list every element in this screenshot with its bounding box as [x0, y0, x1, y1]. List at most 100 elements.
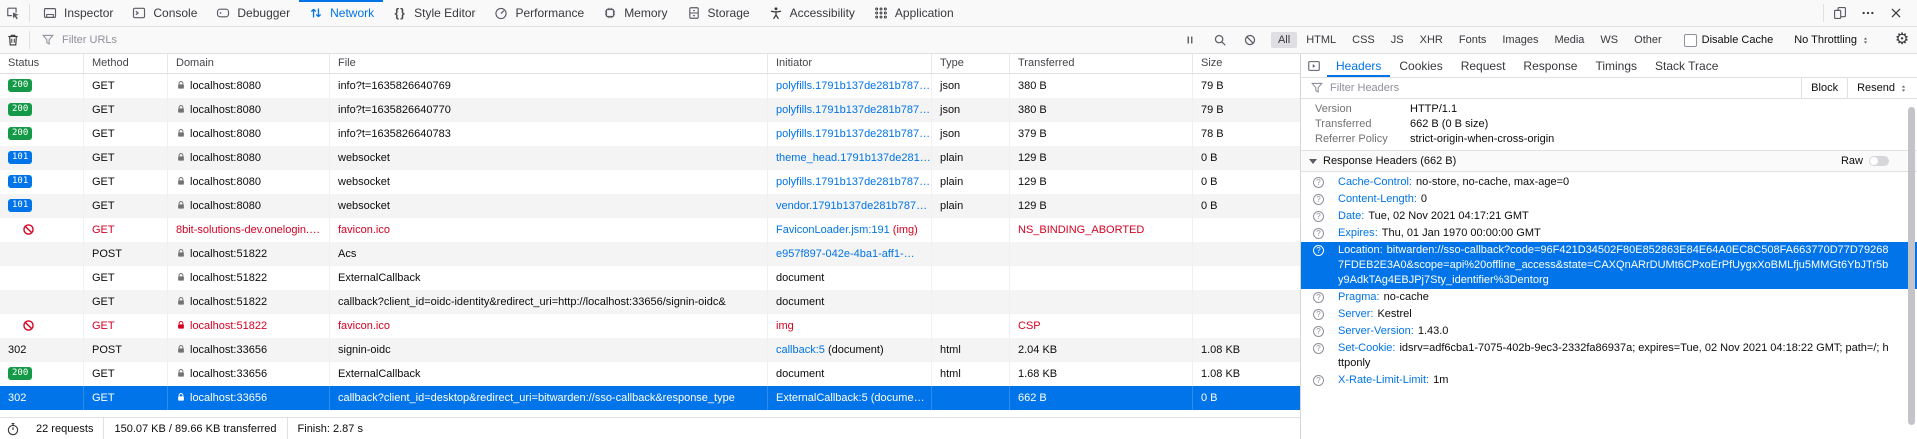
clear-requests-button[interactable]: [0, 27, 26, 53]
pick-element-button[interactable]: [0, 0, 26, 26]
header-row[interactable]: ?DateTue, 02 Nov 2021 04:17:21 GMT: [1301, 208, 1917, 225]
header-row[interactable]: ?Content-Length0: [1301, 191, 1917, 208]
tab-network[interactable]: Network: [299, 0, 383, 26]
request-row[interactable]: GETlocalhost:51822ExternalCallbackdocume…: [0, 266, 1300, 290]
close-devtools-button[interactable]: [1883, 5, 1909, 21]
type-filter-images[interactable]: Images: [1495, 32, 1545, 48]
responsive-design-mode-button[interactable]: [1827, 5, 1853, 21]
question-icon[interactable]: ?: [1313, 194, 1324, 205]
question-icon[interactable]: ?: [1313, 309, 1324, 320]
tab-application[interactable]: Application: [864, 0, 963, 26]
header-row[interactable]: ?Pragmano-cache: [1301, 289, 1917, 306]
initiator-text[interactable]: e957f897-042e-4ba1-aff1-…: [776, 248, 915, 260]
resend-button[interactable]: Resend: [1847, 78, 1917, 98]
tab-memory[interactable]: Memory: [593, 0, 676, 26]
lock-icon: [176, 319, 186, 331]
tab-inspector[interactable]: Inspector: [33, 0, 122, 26]
initiator-text[interactable]: callback:5: [776, 344, 825, 356]
question-icon[interactable]: ?: [1313, 292, 1324, 303]
tab-performance[interactable]: Performance: [484, 0, 593, 26]
type-filter-ws[interactable]: WS: [1593, 32, 1625, 48]
initiator-text[interactable]: FaviconLoader.jsm:191: [776, 224, 890, 236]
initiator-text[interactable]: polyfills.1791b137de281b787…: [776, 80, 930, 92]
block-button[interactable]: Block: [1801, 78, 1847, 98]
status-cell: 302: [0, 386, 84, 410]
request-row[interactable]: 302POSTlocalhost:33656signin-oidccallbac…: [0, 338, 1300, 362]
throttling-select[interactable]: No Throttling: [1787, 32, 1880, 48]
initiator-text[interactable]: polyfills.1791b137de281b787…: [776, 104, 930, 116]
initiator-text[interactable]: vendor.1791b137de281b787…: [776, 200, 927, 212]
filter-urls-input[interactable]: [62, 34, 1177, 46]
header-row[interactable]: ?X-Rate-Limit-Limit1m: [1301, 372, 1917, 389]
request-row[interactable]: 101GETlocalhost:8080websocketpolyfills.1…: [0, 170, 1300, 194]
type-filter-media[interactable]: Media: [1547, 32, 1591, 48]
request-row[interactable]: 200GETlocalhost:8080info?t=1635826640783…: [0, 122, 1300, 146]
filter-headers-input[interactable]: [1330, 82, 1801, 94]
column-header-method[interactable]: Method: [84, 54, 168, 73]
tab-storage[interactable]: Storage: [677, 0, 759, 26]
response-headers-section[interactable]: Response Headers (662 B) Raw: [1301, 150, 1917, 172]
column-header-transferred[interactable]: Transferred: [1010, 54, 1193, 73]
header-row[interactable]: ?Cache-Controlno-store, no-cache, max-ag…: [1301, 174, 1917, 191]
disable-cache-checkbox[interactable]: [1684, 34, 1697, 47]
request-row[interactable]: GET8bit-solutions-dev.onelogin.…favicon.…: [0, 218, 1300, 242]
tab-style-editor[interactable]: {}Style Editor: [383, 0, 484, 26]
type-filter-css[interactable]: CSS: [1345, 32, 1382, 48]
request-row[interactable]: POSTlocalhost:51822Acse957f897-042e-4ba1…: [0, 242, 1300, 266]
question-icon[interactable]: ?: [1313, 228, 1324, 239]
details-tab-response[interactable]: Response: [1514, 54, 1586, 77]
type-filter-other[interactable]: Other: [1627, 32, 1669, 48]
block-url-button[interactable]: [1237, 32, 1263, 48]
details-tab-headers[interactable]: Headers: [1327, 54, 1390, 77]
type-filter-all[interactable]: All: [1271, 32, 1297, 48]
performance-analysis-button[interactable]: [0, 421, 26, 437]
type-filter-js[interactable]: JS: [1384, 32, 1411, 48]
column-header-file[interactable]: File: [330, 54, 768, 73]
tab-accessibility[interactable]: Accessibility: [759, 0, 864, 26]
type-filter-fonts[interactable]: Fonts: [1452, 32, 1494, 48]
details-tab-cookies[interactable]: Cookies: [1390, 54, 1451, 77]
initiator-text[interactable]: polyfills.1791b137de281b787…: [776, 128, 930, 140]
request-row[interactable]: GETlocalhost:51822favicon.icoimgCSP: [0, 314, 1300, 338]
type-filter-html[interactable]: HTML: [1299, 32, 1343, 48]
header-row[interactable]: ?Locationbitwarden://sso-callback?code=9…: [1301, 242, 1917, 289]
question-icon[interactable]: ?: [1313, 326, 1324, 337]
more-menu-button[interactable]: [1855, 5, 1881, 21]
raw-toggle[interactable]: [1869, 156, 1889, 166]
column-header-type[interactable]: Type: [932, 54, 1010, 73]
column-header-status[interactable]: Status: [0, 54, 84, 73]
pause-traffic-button[interactable]: [1177, 32, 1203, 48]
tab-console[interactable]: Console: [122, 0, 206, 26]
question-icon[interactable]: ?: [1313, 177, 1324, 188]
column-header-size[interactable]: Size: [1193, 54, 1300, 73]
request-row[interactable]: 101GETlocalhost:8080websocketvendor.1791…: [0, 194, 1300, 218]
column-header-domain[interactable]: Domain: [168, 54, 330, 73]
scrollbar-thumb[interactable]: [1908, 107, 1915, 425]
question-icon[interactable]: ?: [1313, 245, 1324, 256]
network-settings-button[interactable]: ⚙: [1887, 32, 1917, 48]
column-header-initiator[interactable]: Initiator: [768, 54, 932, 73]
type-filter-xhr[interactable]: XHR: [1413, 32, 1450, 48]
request-row[interactable]: GETlocalhost:51822callback?client_id=oid…: [0, 290, 1300, 314]
header-row[interactable]: ?Set-Cookieidsrv=adf6cba1-7075-402b-9ec3…: [1301, 340, 1917, 372]
details-tab-timings[interactable]: Timings: [1586, 54, 1646, 77]
question-icon[interactable]: ?: [1313, 375, 1324, 386]
split-panel-toggle-button[interactable]: [1301, 54, 1327, 77]
request-row[interactable]: 101GETlocalhost:8080websockettheme_head.…: [0, 146, 1300, 170]
details-tab-request[interactable]: Request: [1452, 54, 1515, 77]
header-row[interactable]: ?ExpiresThu, 01 Jan 1970 00:00:00 GMT: [1301, 225, 1917, 242]
tab-debugger[interactable]: Debugger: [206, 0, 299, 26]
header-row[interactable]: ?ServerKestrel: [1301, 306, 1917, 323]
question-icon[interactable]: ?: [1313, 211, 1324, 222]
request-row[interactable]: 200GETlocalhost:8080info?t=1635826640770…: [0, 98, 1300, 122]
header-row[interactable]: ?Server-Version1.43.0: [1301, 323, 1917, 340]
initiator-text[interactable]: polyfills.1791b137de281b787…: [776, 176, 930, 188]
request-row[interactable]: 200GETlocalhost:33656ExternalCallbackdoc…: [0, 362, 1300, 386]
question-icon[interactable]: ?: [1313, 343, 1324, 354]
request-row[interactable]: 200GETlocalhost:8080info?t=1635826640769…: [0, 74, 1300, 98]
details-tab-stack-trace[interactable]: Stack Trace: [1646, 54, 1727, 77]
initiator-text[interactable]: theme_head.1791b137de281…: [776, 152, 931, 164]
disable-cache-control[interactable]: Disable Cache: [1677, 34, 1781, 47]
request-row[interactable]: 302GETlocalhost:33656callback?client_id=…: [0, 386, 1300, 410]
search-button[interactable]: [1207, 32, 1233, 48]
